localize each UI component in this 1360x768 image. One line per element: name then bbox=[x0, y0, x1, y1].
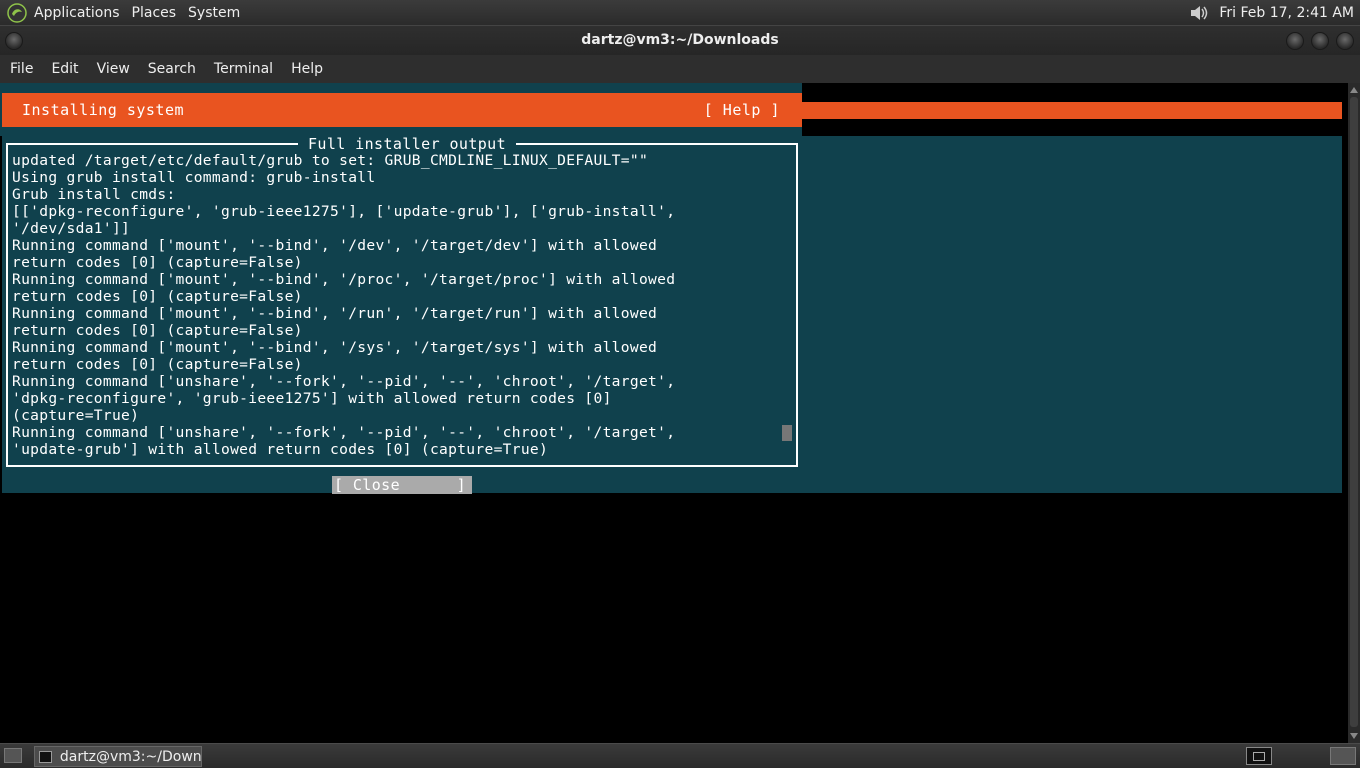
terminal-menubar: File Edit View Search Terminal Help bbox=[0, 55, 1360, 83]
scroll-down-icon[interactable] bbox=[1350, 733, 1358, 739]
close-window-button[interactable] bbox=[1336, 32, 1354, 50]
log-line: Running command ['mount', '--bind', '/pr… bbox=[12, 271, 676, 288]
top-panel: Applications Places System Fri Feb 17, 2… bbox=[0, 0, 1360, 25]
log-line: (capture=True) bbox=[12, 407, 140, 424]
installer-header: Installing system [ Help ] bbox=[2, 93, 802, 127]
log-line: 'dpkg-reconfigure', 'grub-ieee1275'] wit… bbox=[12, 390, 612, 407]
log-scroll-indicator[interactable] bbox=[782, 425, 792, 441]
scrollbar-thumb[interactable] bbox=[1350, 97, 1358, 727]
volume-icon[interactable] bbox=[1189, 4, 1211, 22]
log-line: return codes [0] (capture=False) bbox=[12, 288, 303, 305]
system-menu[interactable]: System bbox=[182, 5, 246, 21]
log-line: Running command ['mount', '--bind', '/sy… bbox=[12, 339, 658, 356]
applications-menu[interactable]: Applications bbox=[28, 5, 126, 21]
clock[interactable]: Fri Feb 17, 2:41 AM bbox=[1219, 5, 1354, 21]
close-button[interactable]: [ Close ] bbox=[332, 476, 472, 494]
workspace-switcher[interactable] bbox=[1246, 747, 1272, 765]
scroll-up-icon[interactable] bbox=[1350, 87, 1358, 93]
minimize-button[interactable] bbox=[1286, 32, 1304, 50]
log-line: Running command ['unshare', '--fork', '-… bbox=[12, 424, 676, 441]
menu-edit[interactable]: Edit bbox=[45, 61, 84, 77]
menu-terminal[interactable]: Terminal bbox=[208, 61, 279, 77]
log-line: 'update-grub'] with allowed return codes… bbox=[12, 441, 549, 458]
installer-log[interactable]: updated /target/etc/default/grub to set:… bbox=[12, 152, 792, 458]
window-title: dartz@vm3:~/Downloads bbox=[581, 32, 779, 48]
window-titlebar[interactable]: dartz@vm3:~/Downloads bbox=[0, 25, 1360, 55]
menu-file[interactable]: File bbox=[4, 61, 39, 77]
workspace-window-icon bbox=[1253, 752, 1265, 761]
log-line: return codes [0] (capture=False) bbox=[12, 356, 303, 373]
log-line: updated /target/etc/default/grub to set:… bbox=[12, 152, 649, 169]
log-line: Using grub install command: grub-install bbox=[12, 169, 376, 186]
menu-help[interactable]: Help bbox=[285, 61, 329, 77]
menu-view[interactable]: View bbox=[91, 61, 136, 77]
log-line: Running command ['mount', '--bind', '/ru… bbox=[12, 305, 658, 322]
installer-output-box: Full installer output updated /target/et… bbox=[6, 135, 798, 467]
installer-header-title: Installing system bbox=[22, 101, 185, 119]
menu-search[interactable]: Search bbox=[142, 61, 202, 77]
log-line: [['dpkg-reconfigure', 'grub-ieee1275'], … bbox=[12, 203, 676, 220]
output-box-title: Full installer output bbox=[298, 135, 517, 153]
taskbar-item-terminal[interactable]: dartz@vm3:~/Down... bbox=[34, 746, 202, 767]
distro-logo-icon[interactable] bbox=[6, 2, 28, 24]
log-line: Running command ['unshare', '--fork', '-… bbox=[12, 373, 676, 390]
log-line: return codes [0] (capture=False) bbox=[12, 322, 303, 339]
show-desktop-icon[interactable] bbox=[4, 748, 22, 763]
log-line: return codes [0] (capture=False) bbox=[12, 254, 303, 271]
taskbar-item-label: dartz@vm3:~/Down... bbox=[59, 748, 201, 765]
log-line: Running command ['mount', '--bind', '/de… bbox=[12, 237, 658, 254]
log-line: Grub install cmds: bbox=[12, 186, 176, 203]
panel-tray: Fri Feb 17, 2:41 AM bbox=[1189, 0, 1354, 25]
maximize-button[interactable] bbox=[1311, 32, 1329, 50]
trash-icon[interactable] bbox=[1330, 747, 1356, 765]
places-menu[interactable]: Places bbox=[126, 5, 183, 21]
installer-header-extension bbox=[802, 102, 1342, 119]
terminal-area[interactable]: Installing system [ Help ] Full installe… bbox=[0, 83, 1348, 743]
terminal-scrollbar[interactable] bbox=[1348, 83, 1360, 743]
help-button[interactable]: [ Help ] bbox=[704, 101, 780, 119]
bottom-taskbar: dartz@vm3:~/Down... bbox=[0, 743, 1360, 768]
log-line: '/dev/sda1']] bbox=[12, 220, 131, 237]
terminal-icon bbox=[39, 750, 52, 763]
